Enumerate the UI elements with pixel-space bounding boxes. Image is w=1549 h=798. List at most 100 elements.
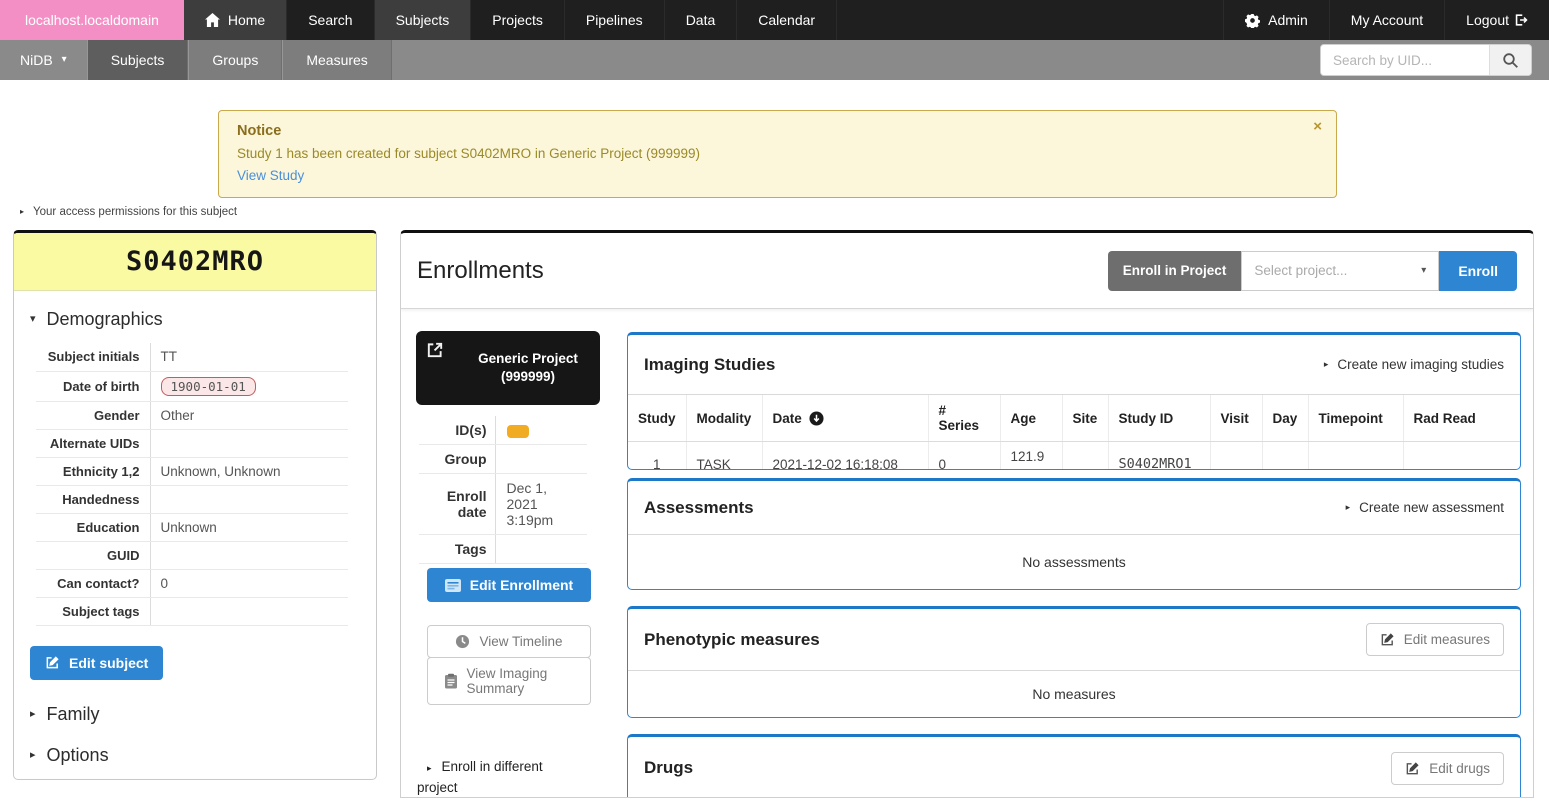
field-label: Subject tags <box>36 597 150 625</box>
demographics-table: Subject initials TT Date of birth 1900-0… <box>36 343 348 626</box>
brand-label: localhost.localdomain <box>25 12 159 28</box>
edit-icon <box>1405 761 1420 776</box>
navbar-brand[interactable]: localhost.localdomain <box>0 0 184 40</box>
age-value: 121.9 <box>1011 449 1045 464</box>
view-timeline-button[interactable]: View Timeline <box>427 625 591 658</box>
tags-label: Tags <box>419 535 495 564</box>
enroll-date-value: Dec 1, 2021 3:19pm <box>495 474 587 535</box>
edit-enrollment-label: Edit Enrollment <box>470 577 573 593</box>
col-visit: Visit <box>1210 395 1262 442</box>
imaging-studies-section: Imaging Studies ▸ Create new imaging stu… <box>627 332 1521 470</box>
caret-right-icon: ▸ <box>1346 503 1351 512</box>
table-row: Tags <box>419 535 587 564</box>
imaging-studies-title: Imaging Studies <box>644 355 775 375</box>
study-number-link[interactable]: 1 <box>628 442 686 471</box>
id-badge <box>507 425 529 438</box>
demographics-toggle[interactable]: ▾ Demographics <box>30 309 360 330</box>
project-select[interactable]: Select project... ▾ <box>1241 251 1439 291</box>
view-imaging-summary-label: View Imaging Summary <box>467 666 575 696</box>
no-measures-text: No measures <box>628 671 1520 717</box>
project-card[interactable]: Generic Project (999999) <box>416 331 600 405</box>
assessments-section: Assessments ▸ Create new assessment No a… <box>627 478 1521 590</box>
nav-pipelines[interactable]: Pipelines <box>565 0 665 40</box>
edit-subject-button[interactable]: Edit subject <box>30 646 163 680</box>
edit-measures-button[interactable]: Edit measures <box>1366 623 1504 656</box>
create-assessment-link[interactable]: ▸ Create new assessment <box>1346 500 1504 515</box>
col-age: Age <box>1000 395 1062 442</box>
subnav-subjects-label: Subjects <box>111 52 165 68</box>
nav-my-account[interactable]: My Account <box>1329 0 1444 40</box>
field-value <box>150 485 348 513</box>
nav-subjects[interactable]: Subjects <box>375 0 472 40</box>
enrollments-title: Enrollments <box>417 257 544 285</box>
field-value: Other <box>150 401 348 429</box>
edit-measures-label: Edit measures <box>1404 632 1490 647</box>
nav-data[interactable]: Data <box>665 0 738 40</box>
enroll-date-label: Enroll date <box>419 474 495 535</box>
table-row: Education Unknown <box>36 513 348 541</box>
col-modality: Modality <box>686 395 762 442</box>
edit-drugs-button[interactable]: Edit drugs <box>1391 752 1504 785</box>
family-toggle[interactable]: ▸ Family <box>30 704 360 725</box>
col-date[interactable]: Date <box>762 395 928 442</box>
nav-logout-label: Logout <box>1466 12 1509 28</box>
table-row: Subject initials TT <box>36 343 348 371</box>
edit-subject-label: Edit subject <box>69 655 148 671</box>
table-row: Alternate UIDs <box>36 429 348 457</box>
field-value: TT <box>150 343 348 371</box>
enroll-button[interactable]: Enroll <box>1439 251 1517 291</box>
edit-enrollment-button[interactable]: Edit Enrollment <box>427 568 591 602</box>
enroll-different-project-toggle[interactable]: ▸Enroll in different project <box>417 757 575 798</box>
table-row: Enroll date Dec 1, 2021 3:19pm <box>419 474 587 535</box>
enrollments-panel: Enrollments Enroll in Project Select pro… <box>400 230 1534 798</box>
nav-projects[interactable]: Projects <box>471 0 565 40</box>
table-header-row: Study Modality Date # Series Age Site St… <box>628 395 1520 442</box>
group-value <box>495 445 587 474</box>
notice-alert: Notice Study 1 has been created for subj… <box>218 110 1337 198</box>
drugs-section: Drugs Edit drugs <box>627 734 1521 798</box>
view-study-link[interactable]: View Study <box>237 168 1318 183</box>
field-value <box>150 541 348 569</box>
drugs-title: Drugs <box>644 758 693 778</box>
edit-icon <box>45 655 60 670</box>
field-label: Education <box>36 513 150 541</box>
nav-admin[interactable]: Admin <box>1223 0 1329 40</box>
access-permissions-toggle[interactable]: ▸ Your access permissions for this subje… <box>20 206 237 218</box>
caret-right-icon: ▸ <box>427 763 432 773</box>
nav-calendar[interactable]: Calendar <box>737 0 837 40</box>
nav-data-label: Data <box>686 12 716 28</box>
nav-pipelines-label: Pipelines <box>586 12 643 28</box>
logout-icon <box>1513 13 1528 27</box>
notice-title: Notice <box>237 123 1318 139</box>
field-value: 1900-01-01 <box>150 371 348 401</box>
table-row: Gender Other <box>36 401 348 429</box>
field-label: Can contact? <box>36 569 150 597</box>
nav-home[interactable]: Home <box>184 0 287 40</box>
subnav-groups[interactable]: Groups <box>188 40 282 80</box>
create-imaging-studies-link[interactable]: ▸ Create new imaging studies <box>1324 357 1504 372</box>
nav-home-label: Home <box>228 12 265 28</box>
sort-down-icon <box>809 411 824 426</box>
nav-subjects-label: Subjects <box>396 12 450 28</box>
age-unit: y <box>1011 465 1017 470</box>
subnav-subjects[interactable]: Subjects <box>87 40 189 80</box>
nidb-menu[interactable]: NiDB ▾ <box>0 40 87 80</box>
options-toggle[interactable]: ▸ Options <box>30 745 360 766</box>
subnav-measures[interactable]: Measures <box>282 40 391 80</box>
project-select-placeholder: Select project... <box>1254 263 1347 278</box>
close-icon[interactable]: × <box>1313 118 1322 135</box>
cell-day <box>1262 442 1308 471</box>
col-series: # Series <box>928 395 1000 442</box>
search-uid-input[interactable] <box>1321 45 1489 75</box>
assessments-title: Assessments <box>644 498 754 518</box>
nav-search[interactable]: Search <box>287 0 374 40</box>
access-permissions-label: Your access permissions for this subject <box>33 206 237 218</box>
nav-projects-label: Projects <box>492 12 543 28</box>
caret-down-icon: ▾ <box>62 55 67 65</box>
nav-logout[interactable]: Logout <box>1444 0 1549 40</box>
clock-icon <box>455 634 470 649</box>
enrollments-body: Generic Project (999999) ID(s) Group Enr… <box>401 309 1533 798</box>
search-uid-button[interactable] <box>1489 45 1531 75</box>
subject-uid: S0402MRO <box>14 233 376 291</box>
view-imaging-summary-button[interactable]: View Imaging Summary <box>427 657 591 705</box>
